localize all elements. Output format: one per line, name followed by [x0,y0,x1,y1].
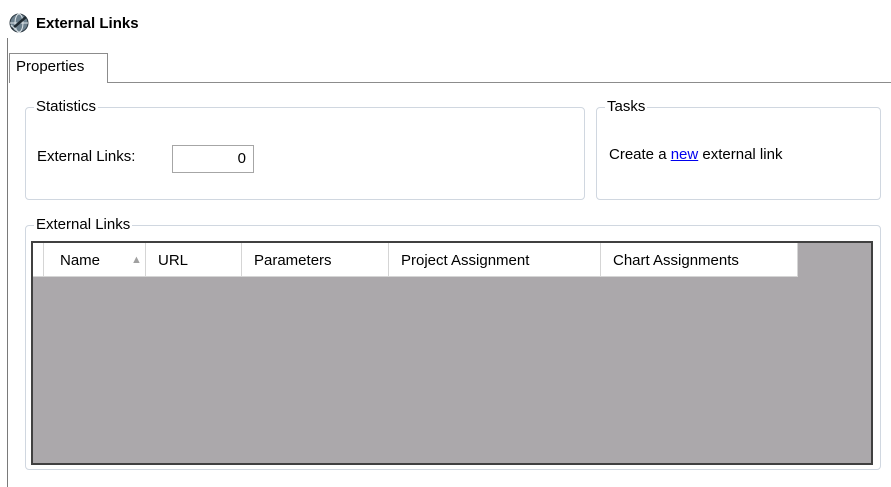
panel-title: External Links [36,14,139,32]
tasks-group: Tasks Create a new external link [596,98,881,200]
external-links-group: External Links Name ▲ URL Parameters Pro… [25,216,881,470]
column-header-name-label: Name [60,252,101,269]
column-header-name[interactable]: Name ▲ [44,243,146,277]
grid-header-row: Name ▲ URL Parameters Project Assignment… [33,243,798,277]
external-links-count-field: 0 [172,145,254,173]
external-links-grid[interactable]: Name ▲ URL Parameters Project Assignment… [31,241,873,465]
external-links-group-title: External Links [34,216,133,234]
external-links-count-label: External Links: [37,148,136,165]
panel-header: External Links [8,8,139,38]
links-icon [9,13,29,33]
column-header-url[interactable]: URL [146,243,242,277]
row-header-corner[interactable] [33,243,44,277]
tasks-group-title: Tasks [605,98,648,116]
sort-ascending-icon: ▲ [131,254,142,266]
column-header-project-assignment[interactable]: Project Assignment [389,243,601,277]
task-text-before: Create a [609,146,671,163]
window-left-border [7,38,8,487]
new-external-link-link[interactable]: new [671,146,699,163]
tab-strip-divider [108,82,891,83]
column-header-parameters[interactable]: Parameters [242,243,389,277]
statistics-group: Statistics External Links: 0 [25,98,585,200]
task-text-after: external link [698,146,783,163]
statistics-group-title: Statistics [34,98,99,116]
column-header-chart-assignments[interactable]: Chart Assignments [601,243,798,277]
create-link-task: Create a new external link [609,146,782,163]
tab-properties[interactable]: Properties [9,53,108,83]
